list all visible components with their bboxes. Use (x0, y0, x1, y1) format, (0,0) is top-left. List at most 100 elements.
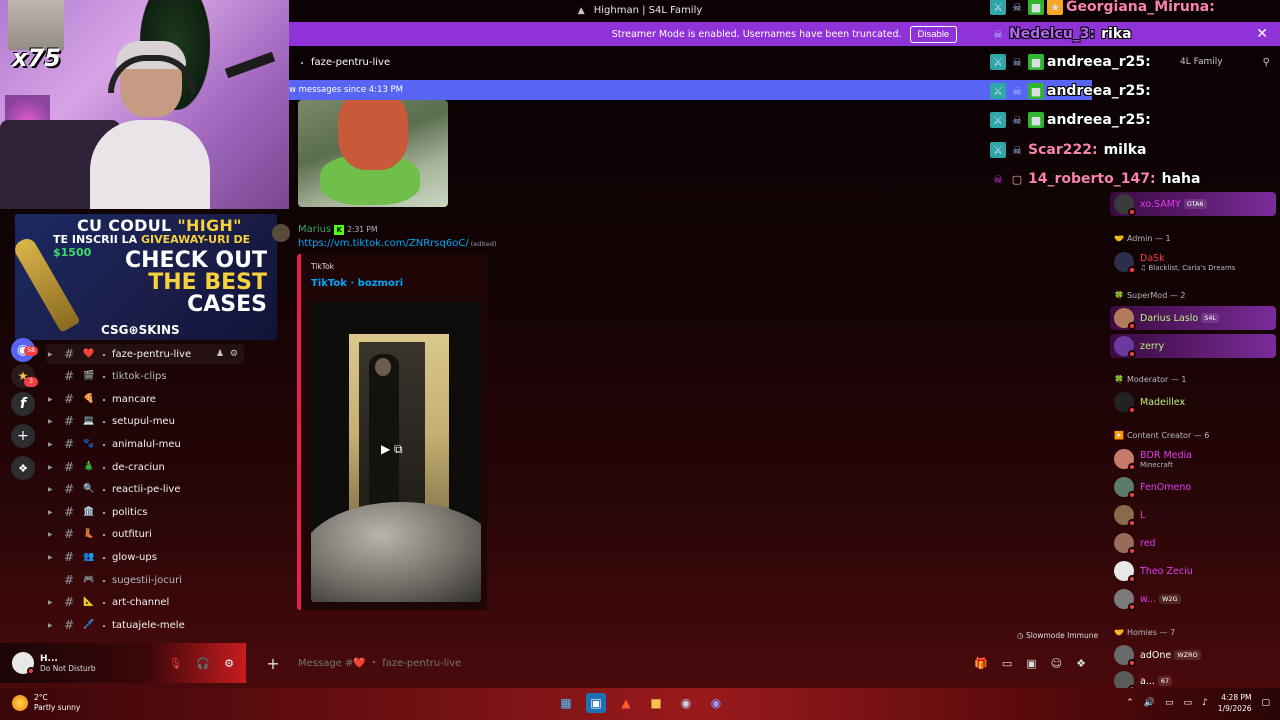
edited-label: (edited) (470, 240, 497, 248)
channel-art-channel[interactable]: ▶ # 📐 ・ art-channel (46, 592, 244, 612)
sticker-icon[interactable]: ▣ (1026, 657, 1036, 670)
server-icon-f[interactable]: f (11, 392, 35, 416)
channel-header: ・ faze-pentru-live (289, 48, 1099, 76)
avatar (1114, 308, 1136, 330)
attachment-image[interactable] (298, 100, 448, 207)
disable-streamer-mode-button[interactable]: Disable (909, 25, 958, 43)
channel-name: setupul-meu (112, 415, 175, 427)
notification-icon[interactable]: ▢ (1261, 698, 1270, 708)
member-item[interactable]: BDR Media Minecraft (1110, 447, 1276, 471)
steam-icon[interactable]: ◉ (676, 693, 696, 713)
taskbar-apps: ▦ ▣ ▲ ■ ◉ ◉ (556, 693, 726, 713)
channel-mancare[interactable]: ▶ # 🍕 ・ mancare (46, 389, 244, 409)
gear-icon[interactable]: ⚙ (230, 349, 238, 359)
discord-window: ▲ Highman | S4L Family Streamer Mode is … (0, 0, 1280, 693)
embed-title[interactable]: TikTok · bozmori (311, 278, 403, 289)
task-view-icon[interactable]: ▣ (586, 693, 606, 713)
chevron-right-icon: ▶ (48, 621, 53, 629)
discover-icon[interactable]: ❖ (11, 456, 35, 480)
member-item[interactable]: Theo Zeciu (1110, 559, 1276, 583)
channel-faze-pentru-live[interactable]: ▶ # ❤️ ・ faze-pentru-live ♟ ⚙ (46, 344, 244, 364)
chevron-right-icon: ▶ (48, 485, 53, 493)
channel-reactii-pe-live[interactable]: ▶ # 🔍 ・ reactii-pe-live (46, 479, 244, 499)
channel-tiktok-clips[interactable]: # 🎬 ・ tiktok-clips (46, 366, 244, 386)
member-item[interactable]: red (1110, 531, 1276, 555)
bot-badge-icon: ☠ (1012, 55, 1022, 69)
invite-icon[interactable]: ♟ (216, 349, 224, 359)
channel-animalul-meu[interactable]: ▶ # 🐾 ・ animalul-meu (46, 434, 244, 454)
message-link[interactable]: https://vm.tiktok.com/ZNRrsq6oC/ (298, 238, 469, 249)
channel-outfituri[interactable]: ▶ # 👢 ・ outfituri (46, 524, 244, 544)
play-icon[interactable]: ▶ ⧉ (381, 442, 403, 457)
temperature: 2°C (34, 693, 48, 702)
hash-icon: # (63, 392, 75, 406)
channel-de-craciun[interactable]: ▶ # 🎄 ・ de-craciun (46, 457, 244, 477)
hash-icon: # (63, 369, 75, 383)
chat-line: ⚔ ☠ ■ andreea_r25: (990, 110, 1151, 130)
member-item[interactable]: L (1110, 503, 1276, 527)
member-item[interactable]: zerry (1110, 334, 1276, 358)
apps-icon[interactable]: ❖ (1076, 657, 1086, 670)
network-icon[interactable]: ▭ (1184, 698, 1193, 708)
gear-icon[interactable]: ⚙ (224, 657, 234, 670)
volume-icon[interactable]: 🔊 (1144, 698, 1155, 708)
hash-icon: # (63, 437, 75, 451)
brave-browser-icon[interactable]: ▲ (616, 693, 636, 713)
member-item[interactable]: FenOmeno (1110, 475, 1276, 499)
add-attachment-icon[interactable]: + (258, 654, 288, 673)
message-author[interactable]: Marius (298, 224, 331, 235)
windows-start-icon[interactable]: ▦ (556, 693, 576, 713)
emoji-icon[interactable]: ☺ (1051, 657, 1062, 670)
headphones-muted-icon[interactable]: 🎧 (196, 657, 210, 670)
prime-badge-icon: ★ (1047, 0, 1063, 15)
avatar (1114, 645, 1136, 667)
avatar (1114, 505, 1136, 527)
hash-icon: # (63, 347, 75, 361)
alien-badge-icon: ☠ (993, 172, 1003, 186)
weather-widget[interactable]: 2°C Partly sunny (12, 693, 80, 713)
channel-name: art-channel (112, 596, 170, 608)
chevron-up-icon[interactable]: ⌃ (1126, 698, 1134, 708)
add-server-icon[interactable]: + (11, 424, 35, 448)
avatar[interactable] (272, 224, 290, 242)
member-item[interactable]: DaSk ♫ Blacklist, Carla's Dreams (1110, 250, 1276, 274)
discord-icon[interactable]: ◉ (706, 693, 726, 713)
channel-tatuajele-mele[interactable]: ▶ # 🖊️ ・ tatuajele-mele (46, 615, 244, 635)
kick-badge-icon: K (334, 224, 345, 235)
bot-badge-icon: ☠ (993, 27, 1003, 41)
member-item[interactable]: adOne WZRO (1110, 643, 1276, 667)
member-item[interactable]: Darius Laslo S4L (1110, 306, 1276, 330)
server-rail: ◉ 58 ★ 3 f + ❖ (0, 338, 46, 640)
folder-icon[interactable]: ■ (646, 693, 666, 713)
bot-badge-icon: ☠ (1012, 143, 1022, 157)
channel-name: animalul-meu (112, 438, 181, 450)
user-panel: H... Do Not Disturb 🎙 🎧 ⚙ (0, 643, 246, 683)
channel-sugestii-jocuri[interactable]: # 🎮 ・ sugestii-jocuri (46, 570, 244, 590)
member-item[interactable]: w... W2G (1110, 587, 1276, 611)
embed-video[interactable]: ▶ ⧉ (311, 302, 481, 602)
channel-glow-ups[interactable]: ▶ # 👥 ・ glow-ups (46, 547, 244, 567)
gift-icon[interactable]: 🎁 (974, 657, 988, 670)
gif-icon[interactable]: ▭ (1002, 657, 1012, 670)
hash-icon: # (63, 527, 75, 541)
avatar[interactable] (12, 652, 35, 675)
chevron-right-icon: ▶ (48, 530, 53, 538)
channel-setupul-meu[interactable]: ▶ # 💻 ・ setupul-meu (46, 411, 244, 431)
member-item[interactable]: Madeillex (1110, 390, 1276, 414)
chat-line: ⚔ ☠ ■ ★ Georgiana_Miruna: (990, 0, 1215, 17)
chat-line: ☠ Nedelcu_3: rika (990, 24, 1132, 44)
hash-icon: # (63, 573, 75, 587)
sword-badge-icon: ⚔ (990, 0, 1006, 15)
clock[interactable]: 4:28 PM 1/9/2026 (1218, 692, 1252, 714)
channel-politics[interactable]: ▶ # 🏛️ ・ politics (46, 502, 244, 522)
sub-badge-icon: ■ (1028, 54, 1044, 70)
link-embed: TikTok TikTok · bozmori ▶ ⧉ (297, 254, 487, 610)
taskbar: 2°C Partly sunny ▦ ▣ ▲ ■ ◉ ◉ ⌃ 🔊 ▭ ▭ ♪ 4… (0, 688, 1280, 720)
speaker-icon[interactable]: ♪ (1202, 698, 1208, 708)
message-input[interactable] (288, 650, 848, 676)
display-icon[interactable]: ▭ (1165, 698, 1174, 708)
mic-muted-icon[interactable]: 🎙 (168, 657, 182, 670)
sword-badge-icon: ⚔ (990, 142, 1006, 158)
chevron-right-icon: ▶ (48, 553, 53, 561)
new-messages-bar[interactable]: w messages since 4:13 PM (289, 80, 1092, 100)
